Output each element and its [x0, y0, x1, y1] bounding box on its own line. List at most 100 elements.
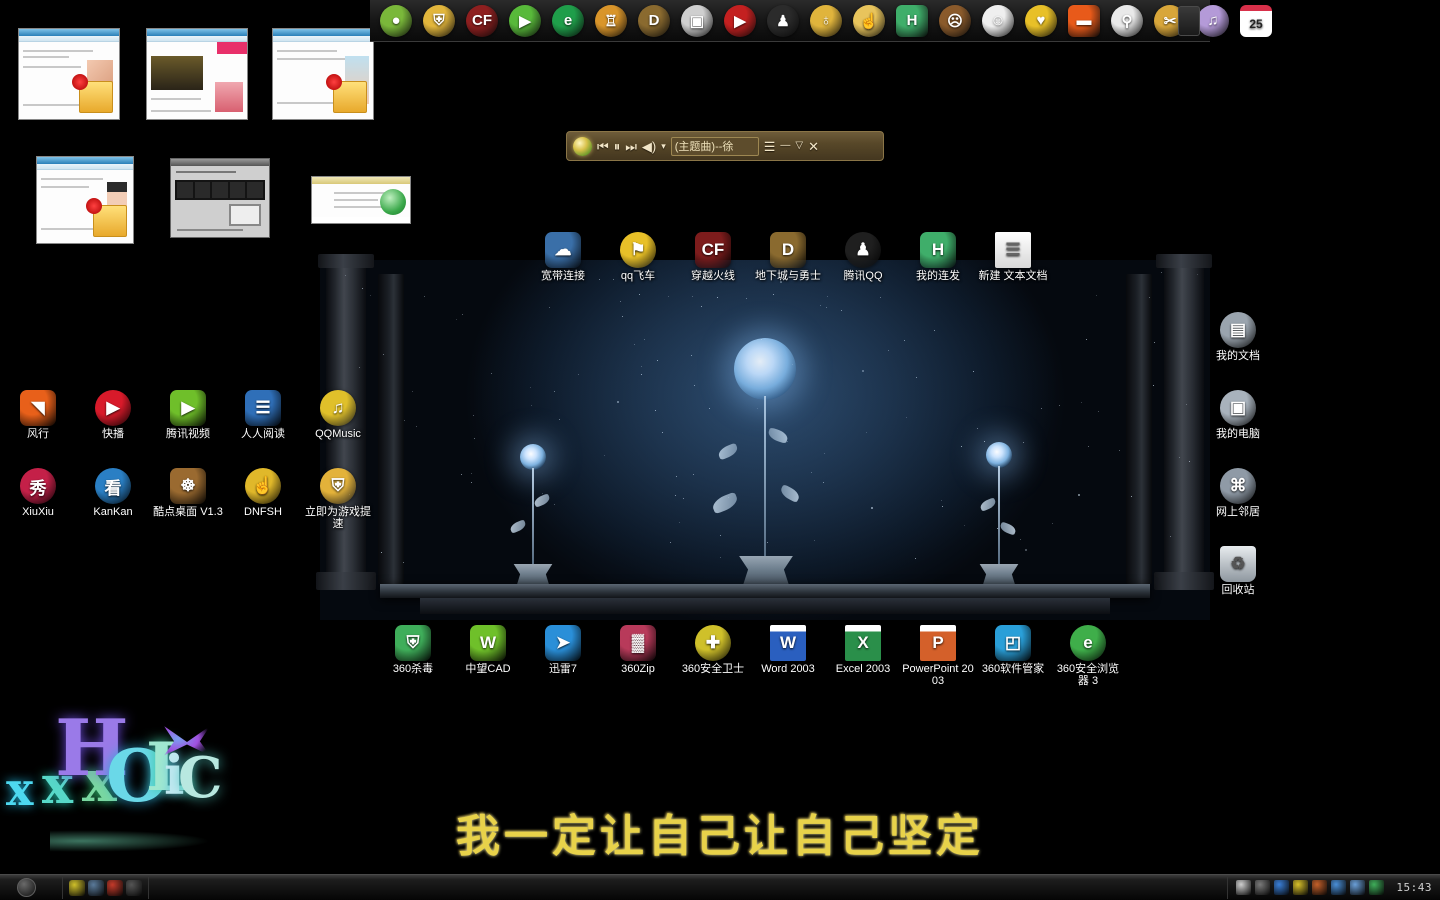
h-green-icon: H [896, 4, 928, 37]
desktop-icon-crossfire-icon[interactable]: CF 穿越火线 [677, 232, 749, 282]
browser-tray-icon[interactable] [88, 879, 104, 896]
desktop-icon-qq-music-icon[interactable]: ♫ QQMusic [302, 390, 374, 440]
shield-sword-icon: ⛨ [423, 4, 455, 37]
desktop-icon-thunder-icon[interactable]: ➤ 迅雷7 [527, 625, 599, 675]
flame-tray-icon[interactable] [1312, 880, 1328, 895]
dock-item-qq-penguin-icon[interactable]: ♟ [763, 2, 803, 40]
dock-item-play-video-icon[interactable]: ▶ [505, 2, 545, 40]
wallpaper-bloom-center [734, 338, 796, 400]
desktop-icon-dnfsh-icon[interactable]: ☝ DNFSH [227, 468, 299, 518]
qq-tray-icon[interactable] [1293, 880, 1309, 895]
dock-resize-handle[interactable] [1178, 6, 1200, 36]
system-tray[interactable] [1227, 876, 1390, 899]
volume-dropdown-arrow-icon[interactable]: ▾ [661, 141, 666, 151]
desktop-icon-network-places-icon[interactable]: ⌘ 网上邻居 [1202, 468, 1274, 518]
kugou-logo-icon[interactable] [573, 136, 592, 156]
wallpaper-star [491, 373, 493, 375]
dock-item-trophy-icon[interactable]: ♖ [591, 2, 631, 40]
desktop-icon-powerpoint-icon[interactable]: P PowerPoint 2003 [902, 625, 974, 687]
desktop-icon-funshion-icon[interactable]: ◥ 风行 [2, 390, 74, 440]
dock-item-qq-player-icon[interactable]: ▶ [720, 2, 760, 40]
volume-icon[interactable]: ◀) [642, 140, 656, 153]
kudian-desktop-icon: ☸ [170, 468, 206, 504]
dock-item-globe-icon[interactable]: ♁ [806, 2, 846, 40]
dock-item-browser-e-icon[interactable]: e [548, 2, 588, 40]
playlist-button[interactable]: ☰ [764, 140, 776, 153]
pause-button[interactable]: ⏸ [614, 140, 621, 153]
dock-item-calendar-icon[interactable]: 25 [1236, 2, 1276, 40]
dock-item-crossfire-icon[interactable]: CF [462, 2, 502, 40]
desktop-icon-qq-speed-icon[interactable]: ⚑ qq飞车 [602, 232, 674, 282]
qq-penguin-icon: ♟ [767, 4, 799, 37]
dock-item-pill-icon[interactable]: ⚲ [1107, 2, 1147, 40]
window-thumbnail-3[interactable] [272, 28, 374, 120]
next-track-button[interactable]: ⏭ [625, 140, 637, 153]
clock-tray-icon[interactable] [1255, 880, 1271, 895]
quick-launch-bar[interactable] [62, 876, 149, 899]
display-tray-icon[interactable] [1350, 880, 1366, 895]
dock-item-photo-icon[interactable]: ▣ [677, 2, 717, 40]
360-shield-tray-icon[interactable] [1369, 880, 1385, 895]
360-safeguard-tray-icon[interactable] [69, 879, 85, 896]
wallpaper-star [791, 364, 793, 366]
wallpaper-star [1095, 294, 1097, 296]
desktop-icon-xiuxiu-icon[interactable]: 秀 XiuXiu [2, 468, 74, 518]
windows-tray-icon[interactable] [107, 879, 123, 896]
desktop-icon-qq-penguin-icon[interactable]: ♟ 腾讯QQ [827, 232, 899, 282]
dock-item-h-green-icon[interactable]: H [892, 2, 932, 40]
desktop-icon-my-documents-icon[interactable]: ▤ 我的文档 [1202, 312, 1274, 362]
now-playing-title[interactable]: (主题曲)--徐 [670, 136, 759, 156]
wallpaper-star [402, 561, 404, 563]
dock-item-orange-card-icon[interactable]: ▬ [1064, 2, 1104, 40]
desktop-icon-360-browser-icon[interactable]: e 360安全浏览器 3 [1052, 625, 1124, 687]
desktop-icon-excel-icon[interactable]: X Excel 2003 [827, 625, 899, 675]
close-button[interactable]: ✕ [808, 140, 819, 153]
media-player-toolbar[interactable]: ⏮ ⏸ ⏭ ◀) ▾ (主题曲)--徐 ☰ — ▽ ✕ [566, 131, 884, 161]
desktop-icon-kankan-icon[interactable]: 看 KanKan [77, 468, 149, 518]
desktop-icon-kudian-desktop-icon[interactable]: ☸ 酷点桌面 V1.3 [152, 468, 224, 518]
window-thumbnail-6[interactable] [311, 176, 411, 224]
desktop-icon-game-boost-icon[interactable]: ⛨ 立即为游戏提速 [302, 468, 374, 530]
dock-item-shield-sword-icon[interactable]: ⛨ [419, 2, 459, 40]
windows-taskbar[interactable]: 15:43 [0, 874, 1440, 900]
desktop-icon-my-computer-icon[interactable]: ▣ 我的电脑 [1202, 390, 1274, 440]
dock-item-thumbs-up-icon[interactable]: ☝ [849, 2, 889, 40]
monitor-tray-icon[interactable] [1274, 880, 1290, 895]
renren-reader-icon: ☰ [245, 390, 281, 426]
desktop-icon-zwcad-icon[interactable]: W 中望CAD [452, 625, 524, 675]
collapse-button[interactable]: ▽ [795, 141, 803, 151]
top-app-dock[interactable]: ● ⛨ CF ▶ e ♖ D ▣ ▶ ♟ ♁ ☝ H ☹ ☺ ♥ ▬ ⚲ ✂ ♫ 25 [370, 0, 1272, 42]
network-tray-icon[interactable] [1331, 880, 1347, 895]
previous-track-button[interactable]: ⏮ [597, 140, 609, 153]
dock-item-dnf-icon[interactable]: D [634, 2, 674, 40]
desktop-icon-text-document-icon[interactable]: ☰ 新建 文本文档 [977, 232, 1049, 282]
desktop-icon-360-software-manager-icon[interactable]: ◰ 360软件管家 [977, 625, 1049, 675]
dock-item-green-monster-icon[interactable]: ● [376, 2, 416, 40]
show-desktop-icon[interactable] [126, 879, 142, 896]
thumbnail-body [312, 184, 410, 217]
window-thumbnail-5[interactable] [170, 158, 270, 238]
dock-item-monkey-icon[interactable]: ☹ [935, 2, 975, 40]
desktop-icon-360-antivirus-icon[interactable]: ⛨ 360杀毒 [377, 625, 449, 675]
desktop-icon-360-safeguard-icon[interactable]: ✚ 360安全卫士 [677, 625, 749, 675]
dock-item-yellow-cap-girl-icon[interactable]: ♥ [1021, 2, 1061, 40]
wallpaper-star [1020, 538, 1022, 540]
desktop-icon-h-green-icon[interactable]: H 我的连发 [902, 232, 974, 282]
desktop-icon-recycle-bin-icon[interactable]: ♻ 回收站 [1202, 546, 1274, 596]
window-thumbnail-1[interactable] [18, 28, 120, 120]
keyboard-ime-icon[interactable] [1236, 880, 1252, 895]
window-thumbnail-2[interactable] [146, 28, 248, 120]
desktop-icon-dnf-icon[interactable]: D 地下城与勇士 [752, 232, 824, 282]
desktop-icon-qvod-icon[interactable]: ▶ 快播 [77, 390, 149, 440]
wallpaper-pot-center [734, 556, 798, 598]
start-button[interactable] [4, 876, 48, 900]
window-thumbnail-4[interactable] [36, 156, 134, 244]
dock-item-mask-icon[interactable]: ☺ [978, 2, 1018, 40]
desktop-icon-network-connection-icon[interactable]: ☁ 宽带连接 [527, 232, 599, 282]
minimize-button[interactable]: — [780, 141, 790, 151]
desktop-icon-word-icon[interactable]: W Word 2003 [752, 625, 824, 675]
desktop-icon-renren-reader-icon[interactable]: ☰ 人人阅读 [227, 390, 299, 440]
taskbar-clock[interactable]: 15:43 [1390, 881, 1440, 894]
desktop-icon-360-zip-icon[interactable]: ▓ 360Zip [602, 625, 674, 675]
desktop-icon-tencent-video-icon[interactable]: ▶ 腾讯视频 [152, 390, 224, 440]
